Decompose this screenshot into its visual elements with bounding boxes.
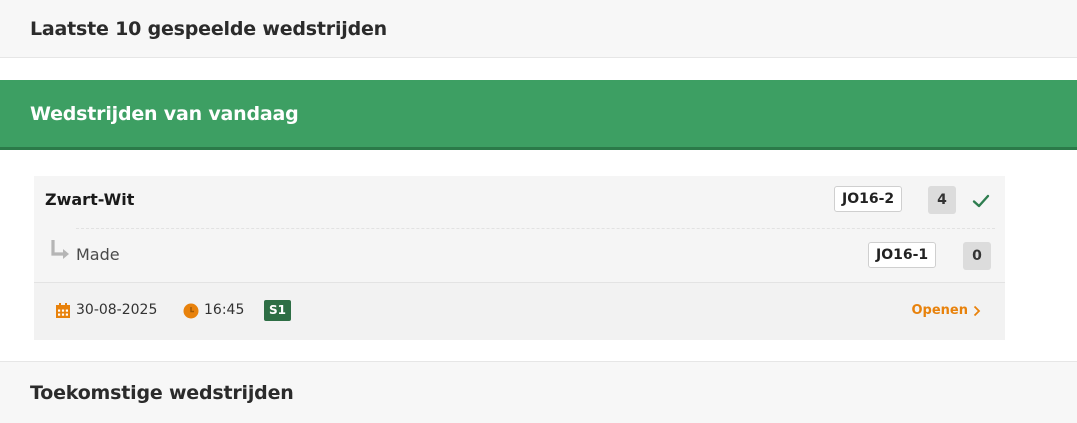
away-score: 0 xyxy=(963,242,991,270)
away-team-badge: JO16-1 xyxy=(868,242,937,268)
section-header-today[interactable]: Wedstrijden van vandaag xyxy=(0,80,1077,150)
open-label: Openen xyxy=(911,303,968,318)
section-title-upcoming: Toekomstige wedstrijden xyxy=(30,381,294,404)
away-team-name: Made xyxy=(76,245,120,264)
section-header-upcoming[interactable]: Toekomstige wedstrijden xyxy=(0,361,1077,423)
match-card[interactable]: Zwart-Wit JO16-2 4 Made JO16-1 0 30-08-2… xyxy=(34,176,1005,340)
field-badge: S1 xyxy=(264,300,291,321)
home-score: 4 xyxy=(928,186,956,214)
section-header-last-played[interactable]: Laatste 10 gespeelde wedstrijden xyxy=(0,0,1077,58)
clock-icon xyxy=(183,303,199,319)
match-footer: 30-08-2025 16:45 S1 Openen xyxy=(34,282,1005,340)
section-title-today: Wedstrijden van vandaag xyxy=(30,102,299,125)
chevron-right-icon xyxy=(973,305,981,316)
home-team-badge: JO16-2 xyxy=(834,186,903,212)
open-match-link[interactable]: Openen xyxy=(911,303,981,318)
home-team-row: Zwart-Wit JO16-2 4 xyxy=(34,176,1005,228)
section-title-last-played: Laatste 10 gespeelde wedstrijden xyxy=(30,17,388,40)
match-date: 30-08-2025 xyxy=(76,302,158,318)
away-team-row: Made JO16-1 xyxy=(34,228,1005,280)
check-icon xyxy=(972,194,990,208)
reply-arrow-icon xyxy=(51,240,69,259)
calendar-icon xyxy=(56,303,70,318)
match-time: 16:45 xyxy=(204,302,245,318)
home-team-name: Zwart-Wit xyxy=(45,190,135,209)
